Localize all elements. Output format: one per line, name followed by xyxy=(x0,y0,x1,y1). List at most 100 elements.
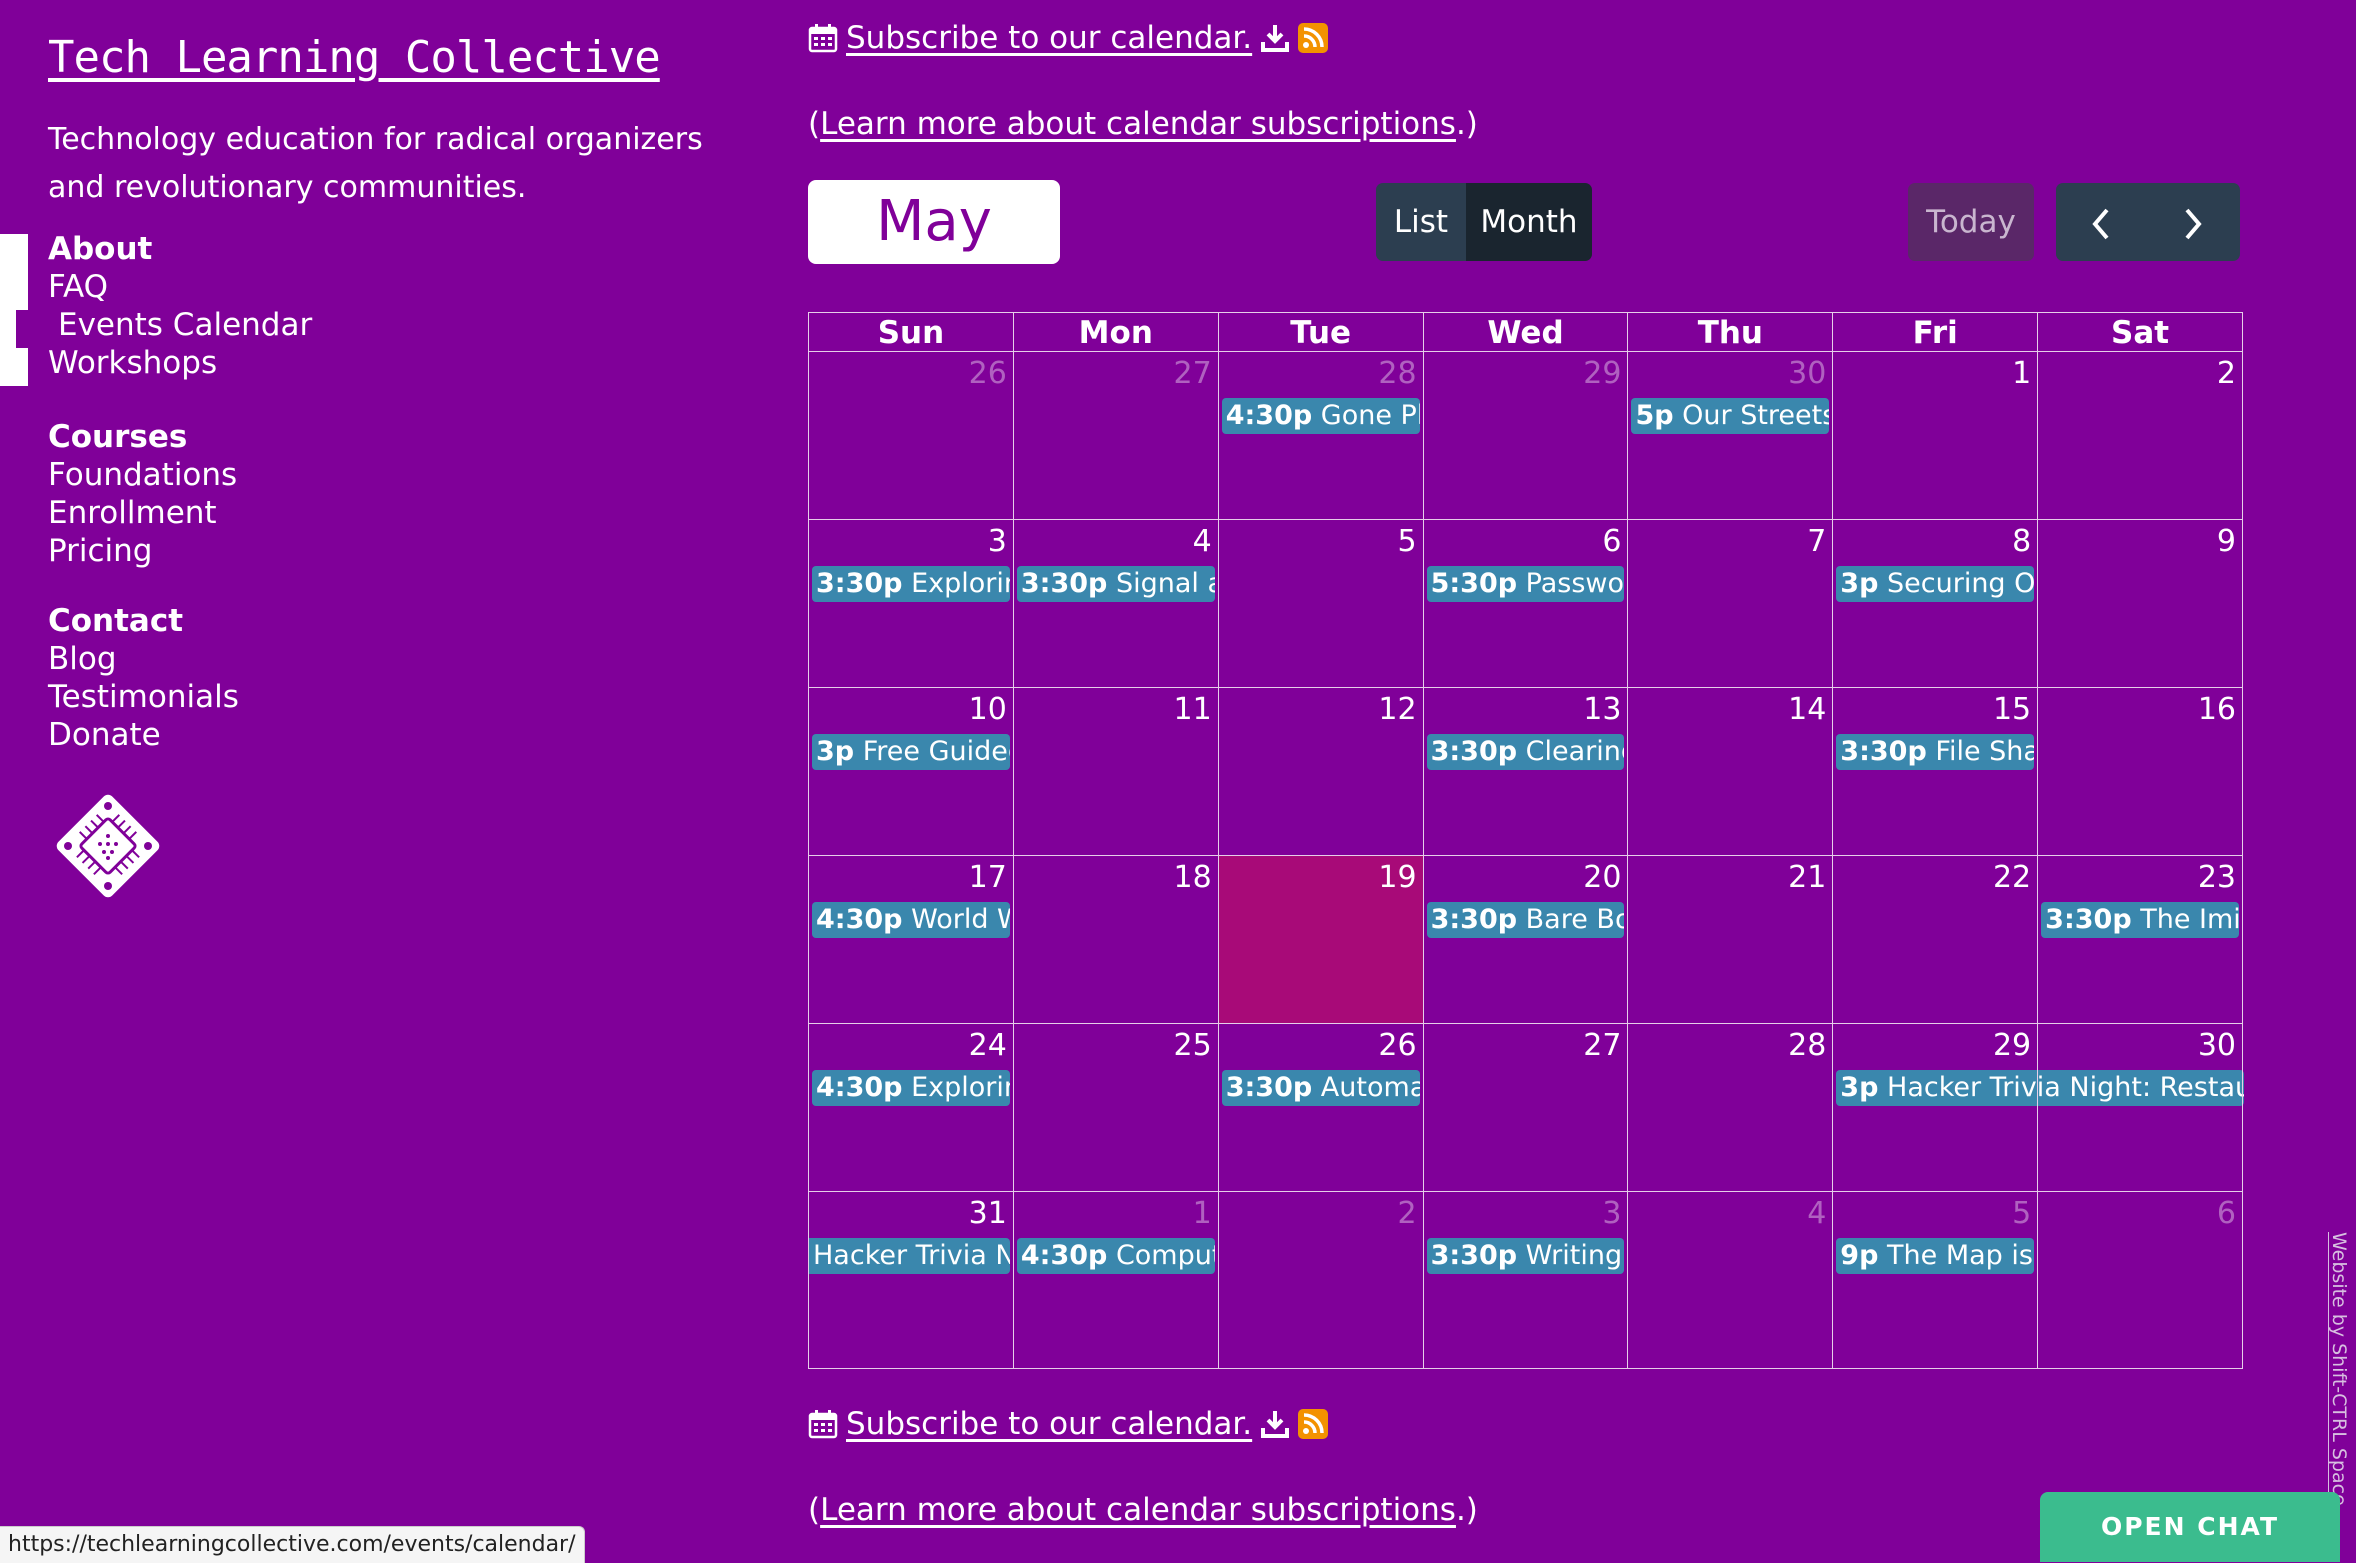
calendar-event[interactable]: 3p Free Guided Tour xyxy=(812,734,1010,770)
nav-blog[interactable]: Blog xyxy=(48,640,239,678)
calendar-week: 3 3:30p Exploring the Dark Web 4 3:30p Sign… xyxy=(808,519,2244,688)
event-time: 3:30p xyxy=(1430,736,1518,767)
day-cell[interactable]: 14 xyxy=(1627,687,1834,856)
site-title-link[interactable]: Tech Learning Collective xyxy=(48,32,661,83)
day-cell[interactable]: 4 3:30p Signal and Secure Messaging xyxy=(1012,519,1219,688)
calendar-event[interactable]: 3:30p Automate xyxy=(1221,1070,1420,1106)
calendar-event[interactable]: 9p The Map is the xyxy=(1836,1238,2035,1274)
day-cell[interactable]: 5 9p The Map is the xyxy=(1832,1191,2039,1369)
day-cell[interactable]: 28 4:30p Gone Phishing xyxy=(1217,351,1424,520)
calendar-event[interactable]: 3:30p File Sharing xyxy=(1836,734,2035,770)
day-cell[interactable]: 293p Hacker Trivia Night: Restaurant a xyxy=(1832,1023,2245,1192)
day-cell[interactable]: 13 3:30p Clearing A Path xyxy=(1422,687,1629,856)
nav-about[interactable]: About xyxy=(48,230,312,268)
day-cell[interactable]: 27 xyxy=(1012,351,1219,520)
site-credit-link[interactable]: Website by Shift-CTRL Space. xyxy=(2328,1232,2350,1512)
day-number: 25 xyxy=(1173,1028,1212,1063)
day-cell[interactable]: 1 xyxy=(1832,351,2039,520)
day-cell[interactable]: 27 xyxy=(1422,1023,1629,1192)
day-cell[interactable]: 5 xyxy=(1217,519,1424,688)
calendar-event[interactable]: 3:30p The Imitation Game xyxy=(2041,902,2240,938)
day-cell[interactable]: 28 xyxy=(1627,1023,1834,1192)
nav-testimonials[interactable]: Testimonials xyxy=(48,678,239,716)
day-cell[interactable]: 6 5:30p Password Management xyxy=(1422,519,1629,688)
day-cell[interactable]: 20 3:30p Bare Bones xyxy=(1422,855,1629,1024)
subscribe-link[interactable]: Subscribe to our calendar. xyxy=(846,20,1252,56)
nav-events-calendar[interactable]: Events Calendar xyxy=(48,306,312,344)
open-chat-button[interactable]: OPEN CHAT xyxy=(2040,1492,2340,1562)
day-number: 11 xyxy=(1173,692,1212,727)
day-cell[interactable]: 8 3p Securing Our Devices xyxy=(1832,519,2039,688)
day-cell[interactable]: 6 xyxy=(2037,1191,2244,1369)
day-cell[interactable]: 21 xyxy=(1627,855,1834,1024)
event-time: 4:30p xyxy=(816,1072,903,1103)
download-icon[interactable] xyxy=(1260,1409,1290,1439)
calendar-event[interactable]: 3p Securing Our Devices xyxy=(1836,566,2035,602)
day-number: 13 xyxy=(1583,692,1622,727)
subscribe-link[interactable]: Subscribe to our calendar. xyxy=(846,1406,1252,1442)
nav-enrollment[interactable]: Enrollment xyxy=(48,494,237,532)
nav-pricing[interactable]: Pricing xyxy=(48,532,237,570)
day-cell[interactable]: 24 4:30p Exploring the Dark Web xyxy=(808,1023,1014,1192)
day-cell[interactable]: 7 xyxy=(1627,519,1834,688)
learn-more-link[interactable]: Learn more about calendar subscriptions xyxy=(820,106,1456,142)
calendar-event[interactable]: 4:30p World Wide Web xyxy=(812,902,1010,938)
day-cell[interactable]: 26 3:30p Automate xyxy=(1217,1023,1424,1192)
nav-donate[interactable]: Donate xyxy=(48,716,239,754)
day-cell[interactable]: 31 Hacker Trivia Night xyxy=(808,1191,1014,1369)
calendar-event[interactable]: 3:30p Signal and Secure Messaging xyxy=(1016,566,1215,602)
day-cell[interactable]: 22 xyxy=(1832,855,2039,1024)
day-cell-today[interactable]: 19 xyxy=(1217,855,1424,1024)
day-cell[interactable]: 17 4:30p World Wide Web xyxy=(808,855,1014,1024)
calendar-event[interactable]: 4:30p Exploring the Dark Web xyxy=(812,1070,1010,1106)
day-cell[interactable]: 26 xyxy=(808,351,1014,520)
prev-month-button[interactable] xyxy=(2056,183,2146,261)
chip-logo-icon[interactable] xyxy=(48,786,168,906)
day-cell[interactable]: 4 xyxy=(1627,1191,1834,1369)
rss-feed-icon[interactable] xyxy=(1298,1409,1329,1439)
rss-feed-icon[interactable] xyxy=(1298,23,1329,53)
day-cell[interactable]: 29 xyxy=(1422,351,1629,520)
learn-more-link[interactable]: Learn more about calendar subscriptions xyxy=(820,1492,1456,1528)
event-title: Writing with xyxy=(1525,1240,1625,1271)
calendar-event[interactable]: 3:30p Exploring the Dark Web xyxy=(812,566,1010,602)
day-cell[interactable]: 2 xyxy=(1217,1191,1424,1369)
day-number: 12 xyxy=(1378,692,1417,727)
download-icon[interactable] xyxy=(1260,23,1290,53)
nav-contact[interactable]: Contact xyxy=(48,602,239,640)
day-cell[interactable]: 16 xyxy=(2037,687,2244,856)
list-view-button[interactable]: List xyxy=(1376,183,1466,261)
day-cell[interactable]: 10 3p Free Guided Tour xyxy=(808,687,1014,856)
day-cell[interactable]: 9 xyxy=(2037,519,2244,688)
day-cell[interactable]: 15 3:30p File Sharing xyxy=(1832,687,2039,856)
day-number: 31 xyxy=(968,1196,1007,1231)
day-cell[interactable]: 11 xyxy=(1012,687,1219,856)
day-cell[interactable]: 30 5p Our Streets, Our Data xyxy=(1627,351,1834,520)
calendar-event[interactable]: 3:30p Clearing A Path xyxy=(1426,734,1625,770)
day-cell[interactable]: 23 3:30p The Imitation Game xyxy=(2037,855,2244,1024)
day-cell[interactable]: 25 xyxy=(1012,1023,1219,1192)
next-month-button[interactable] xyxy=(2146,183,2240,261)
day-cell[interactable]: 1 4:30p Computer xyxy=(1012,1191,1219,1369)
calendar-event[interactable]: 4:30p Computer xyxy=(1016,1238,1215,1274)
day-cell[interactable]: 18 xyxy=(1012,855,1219,1024)
calendar-event[interactable]: 3:30p Writing with xyxy=(1426,1238,1625,1274)
nav-workshops[interactable]: Workshops xyxy=(48,344,312,382)
calendar-event[interactable]: 3:30p Bare Bones xyxy=(1426,902,1625,938)
day-cell[interactable]: 3 3:30p Writing with xyxy=(1422,1191,1629,1369)
day-number: 28 xyxy=(1788,1028,1827,1063)
today-button[interactable]: Today xyxy=(1908,183,2034,261)
day-cell[interactable]: 12 xyxy=(1217,687,1424,856)
nav-foundations[interactable]: Foundations xyxy=(48,456,237,494)
calendar-event[interactable]: 4:30p Gone Phishing xyxy=(1221,398,1420,434)
day-cell[interactable]: 30 xyxy=(2037,1023,2244,1192)
day-cell[interactable]: 2 xyxy=(2037,351,2244,520)
calendar-event[interactable]: 5p Our Streets, Our Data xyxy=(1631,398,1830,434)
nav-faq[interactable]: FAQ xyxy=(48,268,312,306)
calendar-event[interactable]: Hacker Trivia Night xyxy=(809,1238,1010,1274)
calendar-event[interactable]: 5:30p Password Management xyxy=(1426,566,1625,602)
nav-courses[interactable]: Courses xyxy=(48,418,237,456)
weekday-header: Sun Mon Tue Wed Thu Fri Sat xyxy=(808,312,2244,352)
month-view-button[interactable]: Month xyxy=(1466,183,1592,261)
day-cell[interactable]: 3 3:30p Exploring the Dark Web xyxy=(808,519,1014,688)
